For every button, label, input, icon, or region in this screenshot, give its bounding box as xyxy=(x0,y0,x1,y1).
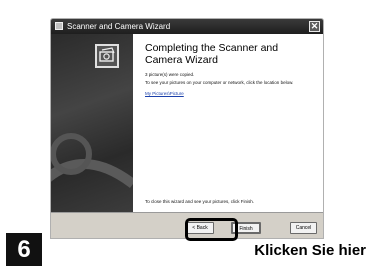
scanner-camera-icon xyxy=(55,22,63,30)
wizard-content: Completing the Scanner and Camera Wizard… xyxy=(133,34,323,212)
camera-photo-icon xyxy=(95,44,119,68)
close-button[interactable]: ✕ xyxy=(309,21,320,32)
copied-status-text: 3 picture(s) were copied. xyxy=(145,72,195,77)
wizard-side-panel xyxy=(51,34,133,212)
step-number-badge: 6 xyxy=(6,233,42,266)
cancel-button[interactable]: Cancel xyxy=(290,222,317,234)
see-pictures-text: To see your pictures on your computer or… xyxy=(145,80,294,85)
side-decoration xyxy=(51,133,133,189)
close-instruction-text: To close this wizard and see your pictur… xyxy=(145,199,255,204)
page-title: Completing the Scanner and Camera Wizard xyxy=(145,42,279,66)
pictures-location-link[interactable]: My Pictures\Picture xyxy=(145,91,184,96)
title-bar: Scanner and Camera Wizard ✕ xyxy=(51,19,323,34)
wizard-window: Scanner and Camera Wizard ✕ Completing t… xyxy=(50,18,324,239)
click-here-caption: Klicken Sie hier xyxy=(254,242,366,259)
window-title: Scanner and Camera Wizard xyxy=(67,22,171,31)
finish-highlight-box xyxy=(185,218,238,241)
